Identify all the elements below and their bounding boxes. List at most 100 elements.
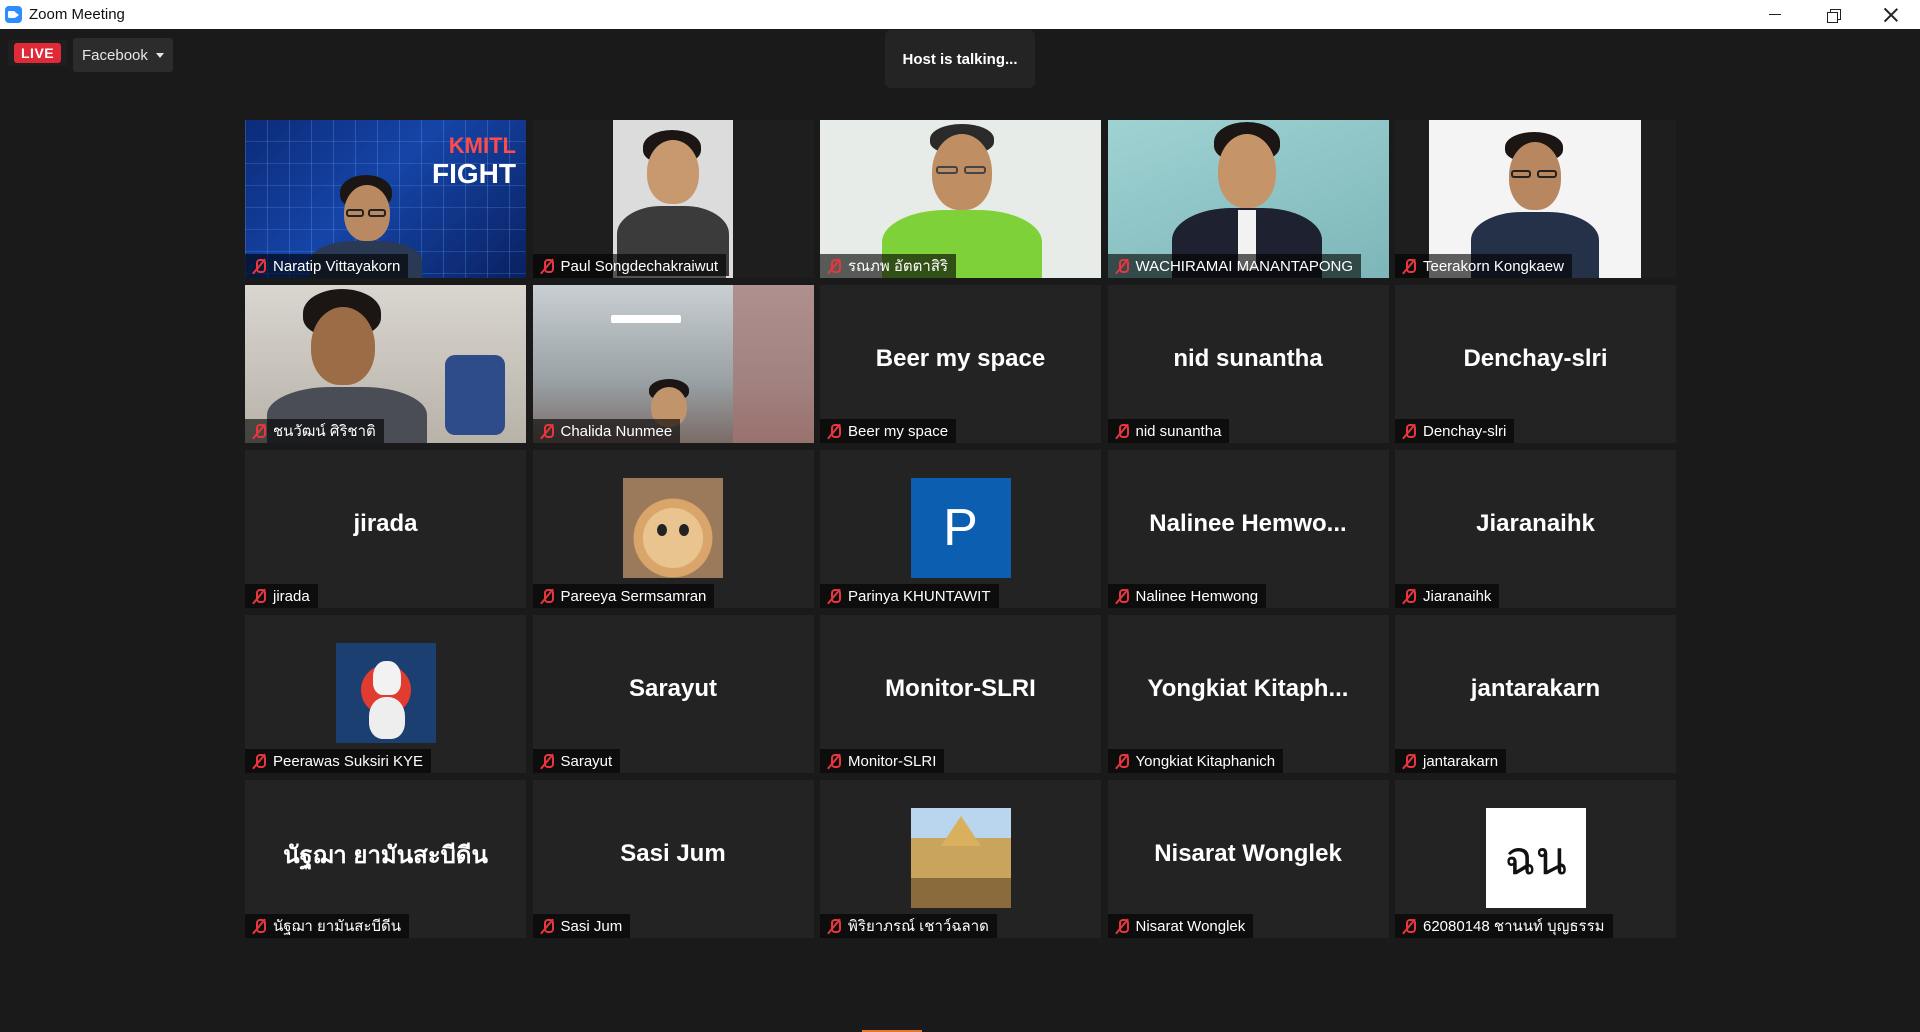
chevron-down-icon [155,52,164,58]
mic-muted-icon [539,918,555,934]
participant-name: jirada [273,587,310,605]
participant-name-tag: พิริยาภรณ์ เชาว์ฉลาด [820,914,997,938]
participant-name: Nalinee Hemwong [1135,587,1259,605]
participant-name: Parinya KHUNTAWIT [848,587,991,605]
participant-name-tag: Sarayut [532,749,621,773]
participant-name-tag: Parinya KHUNTAWIT [820,584,999,608]
participant-name: Pareeya Sermsamran [560,587,707,605]
participant-name: Peerawas Suksiri KYE [273,752,424,770]
mic-muted-icon [1401,423,1417,439]
mic-muted-icon [826,753,842,769]
participant-display-name: Sasi Jum [620,840,726,867]
participant-name: Chalida Nunmee [560,422,673,440]
participant-name-tag: Nisarat Wonglek [1107,914,1254,938]
participant-name-tag: Denchay-slri [1395,419,1515,443]
cat-avatar-image [623,478,723,578]
mic-muted-icon [1114,918,1130,934]
participant-name-tag: Jiaranaihk [1395,584,1500,608]
participant-display-name: Beer my space [875,345,1046,372]
participant-tile[interactable]: nid sunantha nid sunantha [1107,285,1389,443]
title-bar: Zoom Meeting [0,0,1920,29]
participant-name: Denchay-slri [1423,422,1507,440]
participant-tile[interactable]: Teerakorn Kongkaew [1395,120,1676,278]
participant-display-name: Yongkiat Kitaph... [1147,675,1349,702]
participant-tile[interactable]: นัฐฌา ยามันสะบีดีน นัฐฌา ยามันสะบีดีน [245,780,526,938]
mic-muted-icon [1401,753,1417,769]
participant-name: jantarakarn [1423,752,1499,770]
participant-tile[interactable]: WACHIRAMAI MANANTAPONG [1107,120,1389,278]
mic-muted-icon [251,588,267,604]
restore-icon [1827,8,1841,23]
participant-name-tag: รณภพ อัตตาสิริ [820,254,957,278]
mic-muted-icon [1114,588,1130,604]
participant-name: Paul Songdechakraiwut [560,257,719,275]
live-platform-dropdown[interactable]: Facebook [73,38,173,72]
participant-display-name: Sarayut [628,675,718,702]
participant-tile[interactable]: Monitor-SLRI Monitor-SLRI [820,615,1101,773]
participant-tile[interactable]: Sarayut Sarayut [532,615,814,773]
participant-tile[interactable]: Chalida Nunmee [532,285,814,443]
mic-muted-icon [826,588,842,604]
participant-tile[interactable]: Nisarat Wonglek Nisarat Wonglek [1107,780,1389,938]
mic-muted-icon [251,918,267,934]
participant-name-tag: Chalida Nunmee [532,419,681,443]
participant-name: Sasi Jum [560,917,623,935]
participant-display-name: นัฐฌา ยามันสะบีดีน [283,841,488,869]
participant-display-name: jantarakarn [1470,675,1601,702]
mic-muted-icon [1114,753,1130,769]
live-label: LIVE [14,43,62,63]
mic-muted-icon [826,918,842,934]
participant-tile[interactable]: Jiaranaihk Jiaranaihk [1395,450,1676,608]
participant-tile[interactable]: ฉน 62080148 ชานนท์ บุญธรรม [1395,780,1676,938]
participant-tile[interactable]: Sasi Jum Sasi Jum [532,780,814,938]
participant-display-name: Nisarat Wonglek [1154,840,1342,867]
participant-name: Teerakorn Kongkaew [1423,257,1564,275]
participant-tile[interactable]: KMITL FIGHT Naratip Vittayakorn [245,120,526,278]
participant-name-tag: Paul Songdechakraiwut [532,254,727,278]
participant-name-tag: WACHIRAMAI MANANTAPONG [1107,254,1362,278]
gallery-grid: KMITL FIGHT Naratip Vittayakorn Paul Son… [245,120,1676,938]
participant-tile[interactable]: Beer my space Beer my space [820,285,1101,443]
handwriting-avatar-image: ฉน [1485,808,1586,908]
logo-text-bottom: FIGHT [432,158,516,189]
participant-name: พิริยาภรณ์ เชาว์ฉลาด [848,918,989,935]
participant-name: Monitor-SLRI [848,752,937,770]
participant-tile[interactable]: รณภพ อัตตาสิริ [820,120,1101,278]
participant-tile[interactable]: Peerawas Suksiri KYE [245,615,526,773]
participant-name-tag: Yongkiat Kitaphanich [1107,749,1284,773]
participant-tile[interactable]: jirada jirada [245,450,526,608]
participant-tile[interactable]: P Parinya KHUNTAWIT [820,450,1101,608]
zoom-app-icon [5,6,22,23]
participant-tile[interactable]: jantarakarn jantarakarn [1395,615,1676,773]
close-button[interactable] [1862,0,1920,29]
participant-tile[interactable]: Yongkiat Kitaph... Yongkiat Kitaphanich [1107,615,1389,773]
participant-tile[interactable]: Nalinee Hemwo... Nalinee Hemwong [1107,450,1389,608]
participant-name: ชนวัฒน์ ศิริชาติ [273,423,376,440]
live-platform-label: Facebook [82,46,148,64]
participant-display-name: Jiaranaihk [1476,510,1595,537]
participant-tile[interactable]: Paul Songdechakraiwut [532,120,814,278]
participant-name: WACHIRAMAI MANANTAPONG [1135,257,1354,275]
mic-muted-icon [1114,423,1130,439]
mic-muted-icon [539,258,555,274]
participant-name-tag: ชนวัฒน์ ศิริชาติ [245,419,384,443]
mic-muted-icon [1401,588,1417,604]
participant-name: รณภพ อัตตาสิริ [848,258,949,275]
restore-button[interactable] [1804,0,1862,29]
mic-muted-icon [251,753,267,769]
participant-display-name: jirada [353,510,418,537]
mic-muted-icon [826,423,842,439]
participant-tile[interactable]: Pareeya Sermsamran [532,450,814,608]
participant-tile[interactable]: Denchay-slri Denchay-slri [1395,285,1676,443]
participant-tile[interactable]: พิริยาภรณ์ เชาว์ฉลาด [820,780,1101,938]
letter-avatar: P [910,478,1011,578]
participant-name: Naratip Vittayakorn [273,257,401,275]
participant-name: Sarayut [560,752,613,770]
participant-display-name: Denchay-slri [1463,345,1608,372]
mic-muted-icon [539,588,555,604]
participant-tile[interactable]: ชนวัฒน์ ศิริชาติ [245,285,526,443]
participant-name-tag: Naratip Vittayakorn [245,254,409,278]
participant-name: nid sunantha [1135,422,1222,440]
minimize-button[interactable] [1746,0,1804,29]
participant-name: นัฐฌา ยามันสะบีดีน [273,918,402,935]
